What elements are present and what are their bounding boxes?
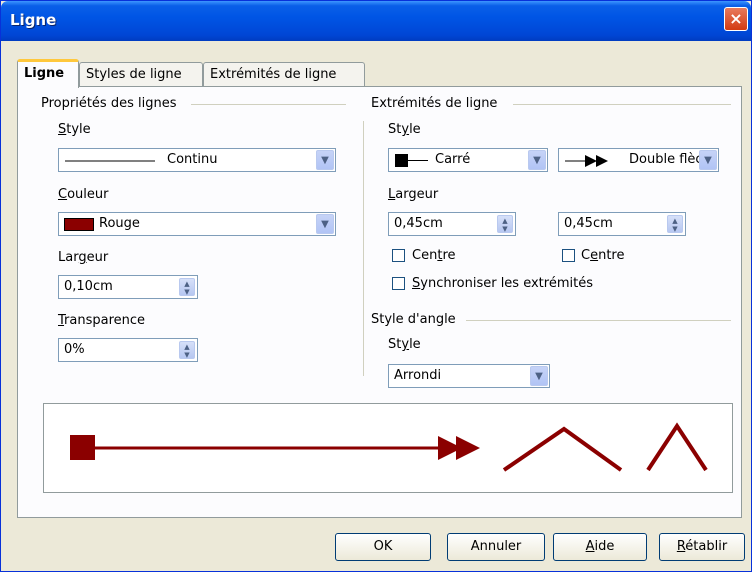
center-end-label: Centre <box>581 248 625 263</box>
line-color-value: Rouge <box>99 216 140 231</box>
end-arrow-select[interactable]: Double flèc ▼ <box>558 148 719 172</box>
start-width-value: 0,45cm <box>394 216 443 231</box>
width-label: Largeur <box>58 250 109 265</box>
close-button[interactable]: × <box>724 7 748 31</box>
start-arrow-value: Carré <box>435 152 471 167</box>
color-swatch <box>64 218 94 231</box>
tab-line[interactable]: Ligne <box>17 59 79 88</box>
preview-drawing <box>70 422 708 472</box>
transparency-label: Transparence <box>58 313 146 328</box>
line-width-value: 0,10cm <box>64 279 113 294</box>
chevron-down-icon[interactable]: ▼ <box>530 366 548 386</box>
ok-button[interactable]: OK <box>335 533 431 561</box>
endpoint-width-label: Largeur <box>388 187 439 202</box>
tab-line-ends[interactable]: Extrémités de ligne <box>203 62 365 87</box>
chevron-down-icon[interactable]: ▼ <box>699 150 717 170</box>
group-divider <box>513 104 731 105</box>
group-divider <box>466 320 731 321</box>
transparency-spinner[interactable]: 0% ▲ ▼ <box>58 338 198 362</box>
line-color-select[interactable]: Rouge ▼ <box>58 212 336 236</box>
double-arrow-icon <box>565 155 608 167</box>
corner-group-title: Style d'angle <box>371 312 456 327</box>
color-label: Couleur <box>58 187 109 202</box>
start-arrow-select[interactable]: Carré ▼ <box>388 148 548 172</box>
transparency-value: 0% <box>64 342 85 357</box>
endpoint-style-label: Style <box>388 122 421 137</box>
chevron-down-icon[interactable]: ▼ <box>316 214 334 234</box>
center-start-label: Centre <box>412 248 456 263</box>
corner-style-value: Arrondi <box>394 368 442 383</box>
center-end-checkbox[interactable] <box>562 249 575 262</box>
title-bar[interactable]: Ligne × <box>1 1 751 41</box>
end-width-spinner[interactable]: 0,45cm ▲ ▼ <box>558 212 686 236</box>
end-arrow-value: Double flèc <box>629 152 703 167</box>
center-start-checkbox[interactable] <box>392 249 405 262</box>
cancel-button[interactable]: Annuler <box>447 533 545 561</box>
start-width-spinner[interactable]: 0,45cm ▲ ▼ <box>388 212 516 236</box>
help-button[interactable]: Aide <box>553 533 647 561</box>
chevron-down-icon[interactable]: ▼ <box>528 150 546 170</box>
corner-style-label: Style <box>388 337 421 352</box>
corner-style-select[interactable]: Arrondi ▼ <box>388 364 550 388</box>
line-props-group-title: Propriétés des lignes <box>41 96 177 111</box>
line-width-spinner[interactable]: 0,10cm ▲ ▼ <box>58 275 198 299</box>
style-label: Style <box>58 122 91 137</box>
line-style-select[interactable]: Continu ▼ <box>58 148 336 172</box>
end-width-value: 0,45cm <box>564 216 613 231</box>
spin-arrows-icon[interactable]: ▲ ▼ <box>667 215 683 233</box>
line-style-value: Continu <box>167 152 218 167</box>
reset-button[interactable]: Rétablir <box>659 533 745 561</box>
solid-line-icon <box>65 160 155 162</box>
line-preview <box>43 403 733 493</box>
group-divider <box>191 104 346 105</box>
chevron-down-icon[interactable]: ▼ <box>316 150 334 170</box>
spin-arrows-icon[interactable]: ▲ ▼ <box>497 215 513 233</box>
spin-arrows-icon[interactable]: ▲ ▼ <box>179 341 195 359</box>
window-title: Ligne <box>10 11 57 29</box>
line-dialog: Ligne × Ligne Styles de ligne Extrémités… <box>0 0 752 572</box>
sync-ends-checkbox[interactable] <box>392 277 405 290</box>
spin-arrows-icon[interactable]: ▲ ▼ <box>179 278 195 296</box>
tab-line-styles[interactable]: Styles de ligne <box>79 62 203 87</box>
sync-ends-label: Synchroniser les extrémités <box>412 276 593 291</box>
endpoints-group-title: Extrémités de ligne <box>371 96 498 111</box>
vertical-divider <box>363 121 364 376</box>
square-end-icon <box>395 154 408 167</box>
